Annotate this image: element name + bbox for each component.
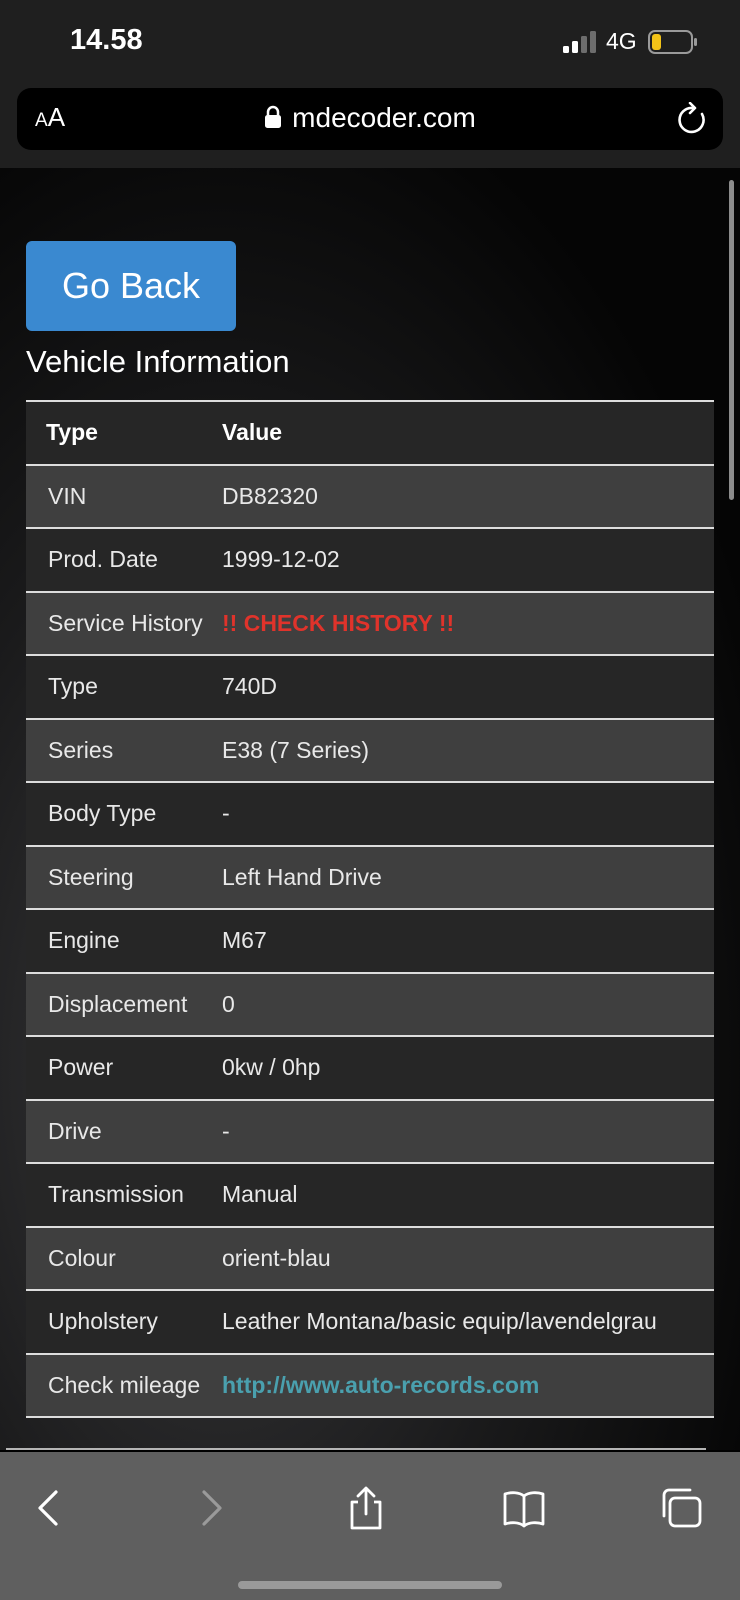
divider xyxy=(6,1448,706,1450)
row-label: Type xyxy=(26,655,222,720)
table-header-row: Type Value xyxy=(26,401,714,466)
check-history-text: !! CHECK HISTORY !! xyxy=(222,609,455,636)
row-value: DB82320 xyxy=(222,464,714,529)
row-value: 740D xyxy=(222,655,714,720)
tabs-icon[interactable] xyxy=(660,1486,704,1530)
bookmarks-icon[interactable] xyxy=(502,1486,546,1530)
table-row: Displacement 0 xyxy=(26,972,714,1037)
home-indicator[interactable] xyxy=(238,1581,502,1589)
row-label: Transmission xyxy=(26,1163,222,1228)
table-row: Steering Left Hand Drive xyxy=(26,845,714,910)
table-row: Type 740D xyxy=(26,655,714,720)
column-header-type: Type xyxy=(26,401,222,466)
row-value: M67 xyxy=(222,909,714,974)
status-bar: 14.58 4G xyxy=(0,0,740,84)
row-value: Left Hand Drive xyxy=(222,845,714,910)
lock-icon xyxy=(265,105,282,128)
row-label: Upholstery xyxy=(26,1290,222,1355)
row-label: Check mileage xyxy=(26,1353,222,1418)
row-value: Manual xyxy=(222,1163,714,1228)
scroll-indicator[interactable] xyxy=(729,180,734,500)
row-value: - xyxy=(222,782,714,847)
table-row: Colour orient-blau xyxy=(26,1226,714,1291)
service-history-warning: !! CHECK HISTORY !! xyxy=(222,591,714,656)
row-label: Colour xyxy=(26,1226,222,1291)
row-label: VIN xyxy=(26,464,222,529)
table-row: Service History !! CHECK HISTORY !! xyxy=(26,591,714,656)
row-value: E38 (7 Series) xyxy=(222,718,714,783)
web-page: Go Back Vehicle Information Type Value V… xyxy=(0,168,740,1450)
network-type: 4G xyxy=(606,28,637,54)
auto-records-link[interactable]: http://www.auto-records.com xyxy=(222,1372,539,1398)
table-row: Upholstery Leather Montana/basic equip/l… xyxy=(26,1290,714,1355)
row-value: - xyxy=(222,1099,714,1164)
row-value: 1999-12-02 xyxy=(222,528,714,593)
row-value: 0 xyxy=(222,972,714,1037)
status-time: 14.58 xyxy=(70,24,143,56)
section-title: Vehicle Information xyxy=(26,344,290,379)
row-value: Leather Montana/basic equip/lavendelgrau xyxy=(222,1290,714,1355)
go-back-button[interactable]: Go Back xyxy=(26,241,236,331)
address-bar[interactable]: AA mdecoder.com xyxy=(17,88,723,150)
check-mileage-cell: http://www.auto-records.com xyxy=(222,1353,714,1418)
row-label: Prod. Date xyxy=(26,528,222,593)
table-row: Transmission Manual xyxy=(26,1163,714,1228)
table-row: Body Type - xyxy=(26,782,714,847)
url-text: mdecoder.com xyxy=(292,102,476,133)
table-row: Prod. Date 1999-12-02 xyxy=(26,528,714,593)
battery-icon xyxy=(648,30,697,54)
table-row: VIN DB82320 xyxy=(26,464,714,529)
forward-icon[interactable] xyxy=(188,1486,232,1530)
row-value: orient-blau xyxy=(222,1226,714,1291)
signal-icon xyxy=(563,31,596,53)
vehicle-info-table: Type Value VIN DB82320 Prod. Date 1999-1… xyxy=(26,400,714,1418)
row-label: Engine xyxy=(26,909,222,974)
share-icon[interactable] xyxy=(344,1486,388,1530)
row-label: Power xyxy=(26,1036,222,1101)
row-label: Steering xyxy=(26,845,222,910)
row-label: Series xyxy=(26,718,222,783)
table-row: Drive - xyxy=(26,1099,714,1164)
table-row: Power 0kw / 0hp xyxy=(26,1036,714,1101)
row-label: Service History xyxy=(26,591,222,656)
browser-toolbar xyxy=(0,1452,740,1600)
url-display[interactable]: mdecoder.com xyxy=(17,102,723,134)
reload-icon[interactable] xyxy=(677,102,709,136)
browser-chrome: AA mdecoder.com xyxy=(0,84,740,168)
row-label: Body Type xyxy=(26,782,222,847)
table-row: Engine M67 xyxy=(26,909,714,974)
table-row: Check mileage http://www.auto-records.co… xyxy=(26,1353,714,1418)
row-label: Drive xyxy=(26,1099,222,1164)
row-value: 0kw / 0hp xyxy=(222,1036,714,1101)
back-icon[interactable] xyxy=(28,1486,72,1530)
table-row: Series E38 (7 Series) xyxy=(26,718,714,783)
row-label: Displacement xyxy=(26,972,222,1037)
column-header-value: Value xyxy=(222,401,714,466)
